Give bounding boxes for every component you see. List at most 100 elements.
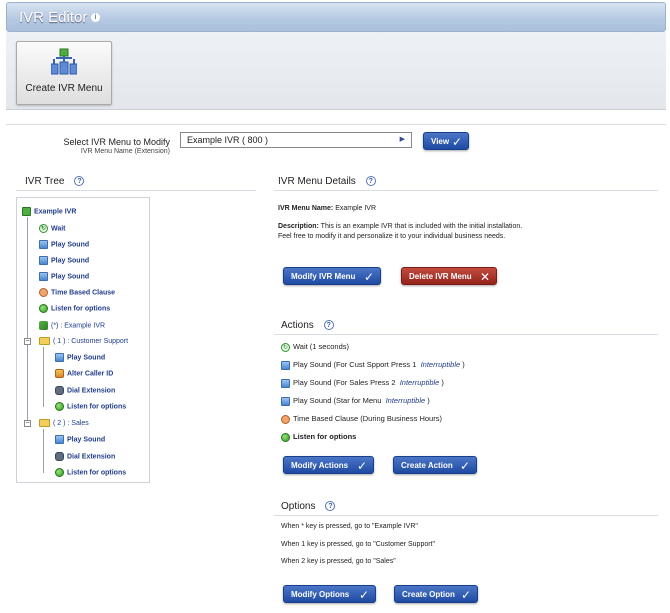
option-item: When 2 key is pressed, go to "Sales" <box>281 558 396 565</box>
ivr-tree: Example IVR ↻ Wait Play Sound Play Sound … <box>16 197 150 483</box>
create-option-button[interactable]: Create Option ✓ <box>394 585 478 603</box>
create-ivr-menu-button[interactable]: Create IVR Menu <box>16 41 112 105</box>
action-tail: ) <box>460 360 465 369</box>
details-title: IVR Menu Details <box>278 176 356 187</box>
action-item[interactable]: Listen for options <box>281 431 356 442</box>
tree-item[interactable]: Play Sound <box>55 353 105 363</box>
speaker-icon <box>281 378 290 388</box>
tree-item[interactable]: Dial Extension <box>55 386 115 396</box>
action-tail: ) <box>425 396 430 405</box>
action-text: Wait (1 seconds) <box>293 342 349 351</box>
title-bar: IVR Editor i <box>6 2 666 32</box>
tree-item[interactable]: Play Sound <box>39 240 89 250</box>
tree-item-label: Play Sound <box>67 436 106 444</box>
tree-item-label: Alter Caller ID <box>67 370 114 378</box>
action-item[interactable]: ↻ Wait (1 seconds) <box>281 341 349 352</box>
tree-root-label: Example IVR <box>34 208 77 216</box>
tree-item[interactable]: Play Sound <box>39 272 89 282</box>
create-ivr-menu-label: Create IVR Menu <box>25 83 103 94</box>
tree-item[interactable]: ↻ Wait <box>39 224 66 234</box>
modify-ivr-menu-button[interactable]: Modify IVR Menu ✓ <box>283 267 381 285</box>
tree-root[interactable]: Example IVR <box>22 207 76 217</box>
collapse-toggle[interactable]: − <box>24 338 31 345</box>
action-item[interactable]: Time Based Clause (During Business Hours… <box>281 413 442 424</box>
speaker-icon <box>281 396 290 406</box>
tree-item-label: Time Based Clause <box>51 289 116 297</box>
ivr-menu-name-value: Example IVR <box>335 205 377 212</box>
options-title: Options <box>281 501 316 512</box>
tree-item-label: Play Sound <box>51 241 90 249</box>
ivr-menu-description: Description: This is an example IVR that… <box>278 222 533 242</box>
delete-ivr-menu-label: Delete IVR Menu <box>409 272 472 281</box>
modify-actions-label: Modify Actions <box>291 461 349 470</box>
ivr-tree-icon <box>51 48 77 75</box>
divider <box>274 334 658 335</box>
modify-actions-button[interactable]: Modify Actions ✓ <box>283 456 374 474</box>
help-icon[interactable]: ? <box>325 501 336 512</box>
checkmark-icon: ✓ <box>451 135 462 149</box>
ivr-menu-name-label: IVR Menu Name: <box>278 205 334 212</box>
speaker-icon <box>55 353 64 362</box>
help-icon[interactable]: ? <box>365 176 376 187</box>
info-icon[interactable]: i <box>91 13 100 22</box>
tree-item-label: Dial Extension <box>67 387 116 395</box>
collapse-toggle[interactable]: − <box>24 420 31 427</box>
tree-folder-label: ( 1 ) : Customer Support <box>53 338 129 345</box>
ivr-menu-select[interactable]: Example IVR ( 800 ) ▶ <box>180 132 412 148</box>
action-text: Listen for options <box>293 432 357 441</box>
close-icon: ✕ <box>479 270 490 284</box>
actions-heading: Actions? <box>281 320 334 331</box>
action-text: Play Sound (Star for Menu <box>293 396 382 405</box>
tree-item[interactable]: Play Sound <box>55 435 105 445</box>
tree-folder-label: ( 2 ) : Sales <box>53 420 89 427</box>
speaker-icon <box>39 256 48 265</box>
delete-ivr-menu-button[interactable]: Delete IVR Menu ✕ <box>401 267 497 285</box>
tree-folder[interactable]: ( 2 ) : Sales <box>39 419 89 429</box>
modify-ivr-menu-label: Modify IVR Menu <box>291 272 356 281</box>
speaker-icon <box>39 240 48 249</box>
action-text: Time Based Clause (During Business Hours… <box>293 414 442 423</box>
action-item[interactable]: Play Sound (For Sales Press 2 Interrupti… <box>281 377 444 388</box>
tree-item[interactable]: Time Based Clause <box>39 288 115 298</box>
tree-item-label: Dial Extension <box>67 453 116 461</box>
help-icon[interactable]: ? <box>323 320 334 331</box>
create-action-button[interactable]: Create Action ✓ <box>393 456 477 474</box>
ivr-menu-select-value: Example IVR ( 800 ) <box>187 135 269 145</box>
action-item[interactable]: Play Sound (For Cust Spport Press 1 Inte… <box>281 359 465 370</box>
listen-icon <box>281 432 290 442</box>
action-item[interactable]: Play Sound (Star for Menu Interruptible … <box>281 395 430 406</box>
details-heading: IVR Menu Details? <box>278 176 376 187</box>
dropdown-arrow-icon: ▶ <box>399 136 405 143</box>
tree-item[interactable]: (*) : Example IVR <box>39 321 105 331</box>
action-text: Play Sound (For Sales Press 2 <box>293 378 396 387</box>
window-title: IVR Editor <box>19 9 88 26</box>
listen-icon <box>55 468 64 477</box>
listen-icon <box>39 304 48 313</box>
action-flag: Interruptible <box>399 378 440 387</box>
tree-folder[interactable]: ( 1 ) : Customer Support <box>39 337 128 347</box>
ivr-menu-name: IVR Menu Name: Example IVR <box>278 205 376 212</box>
goto-icon <box>39 321 48 330</box>
wait-icon: ↻ <box>39 224 48 233</box>
divider <box>274 515 658 516</box>
tree-item[interactable]: Listen for options <box>55 402 126 412</box>
clock-icon <box>39 288 48 297</box>
divider <box>6 124 666 125</box>
modify-options-label: Modify Options <box>291 590 350 599</box>
person-icon <box>55 369 64 378</box>
tree-item[interactable]: Alter Caller ID <box>55 369 113 379</box>
tree-item[interactable]: Play Sound <box>39 256 89 266</box>
folder-icon <box>39 337 50 346</box>
checkmark-icon: ✓ <box>358 588 369 602</box>
help-icon[interactable]: ? <box>74 176 85 187</box>
action-tail: ) <box>439 378 444 387</box>
ivr-tree-title: IVR Tree <box>25 176 65 187</box>
divider <box>16 190 256 191</box>
tree-item[interactable]: Listen for options <box>39 304 110 314</box>
selector-sublabel: IVR Menu Name (Extension) <box>80 148 170 155</box>
tree-item[interactable]: Listen for options <box>55 468 126 478</box>
create-option-label: Create Option <box>402 590 455 599</box>
modify-options-button[interactable]: Modify Options ✓ <box>283 585 376 603</box>
tree-item[interactable]: Dial Extension <box>55 452 115 462</box>
view-button[interactable]: View ✓ <box>423 132 469 150</box>
